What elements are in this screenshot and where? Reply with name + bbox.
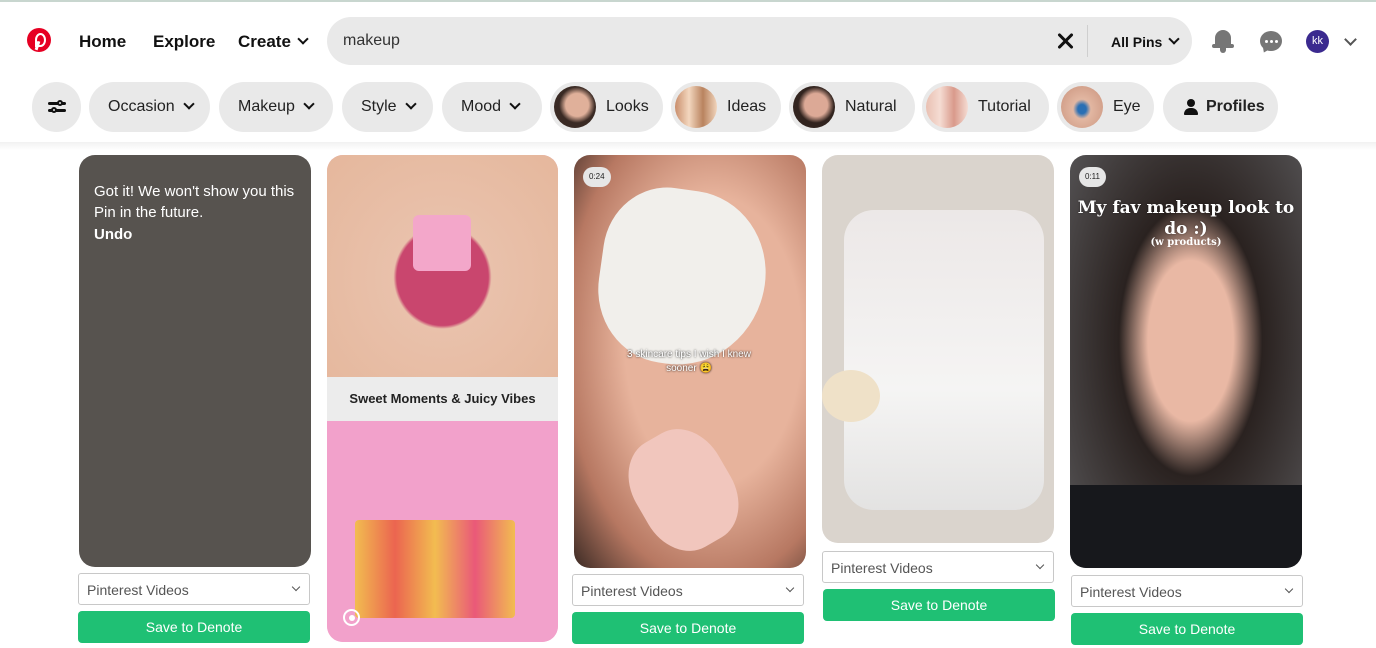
chevron-down-icon: [297, 33, 309, 45]
board-select-value: Pinterest Videos: [1080, 584, 1182, 600]
chip-makeup[interactable]: Makeup: [219, 82, 333, 132]
chevron-down-icon: [404, 98, 417, 110]
pin-photo-detail: [822, 370, 880, 422]
header-shadow: [0, 142, 1376, 150]
chip-thumbnail: [793, 86, 835, 128]
chip-label: Ideas: [727, 98, 767, 115]
close-icon[interactable]: [1055, 31, 1075, 51]
search-scope-dropdown[interactable]: All Pins: [1111, 33, 1181, 50]
search-bar[interactable]: makeup All Pins: [327, 17, 1192, 65]
chevron-down-icon: [509, 98, 521, 110]
pin-photo-detail: [588, 179, 777, 376]
chevron-down-icon: [785, 583, 795, 593]
search-scope-label: All Pins: [1111, 34, 1163, 50]
pin-subcaption: (w products): [1150, 237, 1222, 248]
chip-label: Makeup: [238, 98, 295, 115]
avatar[interactable]: kk: [1306, 30, 1329, 53]
chip-thumbnail: [675, 86, 717, 128]
chip-label: Eye: [1113, 98, 1141, 115]
board-select-value: Pinterest Videos: [831, 560, 933, 576]
filters-button[interactable]: [32, 82, 81, 132]
pin-hidden: Got it! We won't show you this Pin in th…: [79, 155, 311, 567]
chevron-down-icon: [303, 98, 315, 110]
chip-label: Profiles: [1206, 98, 1265, 115]
board-select-value: Pinterest Videos: [87, 582, 189, 598]
chip-label: Occasion: [108, 98, 175, 115]
save-button[interactable]: Save to Denote: [572, 612, 804, 644]
board-select[interactable]: Pinterest Videos: [822, 551, 1054, 583]
chip-profiles[interactable]: Profiles: [1163, 82, 1278, 132]
undo-button[interactable]: Undo: [94, 226, 132, 243]
board-select[interactable]: Pinterest Videos: [572, 574, 804, 606]
pin-image[interactable]: [822, 155, 1054, 543]
filter-bar: Occasion Makeup Style Mood Looks Ideas N…: [0, 82, 1376, 134]
video-duration-badge: 0:11: [1079, 167, 1106, 187]
chip-thumbnail: [554, 86, 596, 128]
pin-photo-detail: [612, 414, 755, 566]
pin-caption: 3 skincare tips I wish I knew sooner 😩: [627, 349, 751, 374]
chevron-down-icon: [183, 98, 195, 110]
pin-caption-band: Sweet Moments & Juicy Vibes: [327, 377, 558, 421]
chip-label: Tutorial: [978, 98, 1031, 115]
chip-natural[interactable]: Natural: [789, 82, 915, 132]
pin-image[interactable]: Sweet Moments & Juicy Vibes: [327, 155, 558, 642]
chevron-down-icon: [1284, 584, 1294, 594]
hidden-pin-message: Got it! We won't show you this Pin in th…: [94, 183, 295, 221]
chevron-down-icon[interactable]: [1344, 33, 1357, 46]
nav-create-label: Create: [238, 32, 291, 51]
chip-label: Style: [361, 98, 397, 115]
chip-label: Mood: [461, 98, 502, 115]
chip-eye[interactable]: Eye: [1057, 82, 1154, 132]
pin-caption: My fav makeup look to do :): [1077, 198, 1295, 239]
top-navigation: Home Explore Create makeup All Pins kk: [0, 2, 1376, 78]
save-button[interactable]: Save to Denote: [823, 589, 1055, 621]
board-select[interactable]: Pinterest Videos: [78, 573, 310, 605]
search-input[interactable]: makeup: [343, 32, 400, 50]
chip-label: Looks: [606, 98, 649, 115]
person-icon: [1184, 99, 1198, 115]
bell-icon[interactable]: [1212, 29, 1234, 53]
pin-photo-detail: [1070, 485, 1302, 568]
chip-mood[interactable]: Mood: [442, 82, 542, 132]
pinterest-logo-icon[interactable]: [27, 28, 51, 52]
video-duration-badge: 0:24: [583, 167, 611, 187]
nav-home[interactable]: Home: [79, 32, 126, 52]
board-select[interactable]: Pinterest Videos: [1071, 575, 1303, 607]
target-icon: [343, 609, 360, 626]
pin-caption: Sweet Moments & Juicy Vibes: [349, 391, 536, 406]
pin-video[interactable]: My fav makeup look to do :) (w products)…: [1070, 155, 1302, 568]
chip-looks[interactable]: Looks: [550, 82, 663, 132]
chip-label: Natural: [845, 98, 897, 115]
chip-style[interactable]: Style: [342, 82, 433, 132]
chip-thumbnail: [926, 86, 968, 128]
chevron-down-icon: [1035, 560, 1045, 570]
save-button[interactable]: Save to Denote: [1071, 613, 1303, 645]
pin-photo-detail: [844, 210, 1044, 510]
pin-video[interactable]: 3 skincare tips I wish I knew sooner 😩 0…: [574, 155, 806, 568]
chip-occasion[interactable]: Occasion: [89, 82, 210, 132]
chip-thumbnail: [1061, 86, 1103, 128]
pin-photo-detail: [355, 520, 515, 618]
nav-explore[interactable]: Explore: [153, 32, 215, 52]
pin-photo-detail: [413, 215, 471, 271]
board-select-value: Pinterest Videos: [581, 583, 683, 599]
messages-icon[interactable]: [1260, 31, 1282, 55]
chevron-down-icon: [1168, 33, 1181, 45]
chip-tutorial[interactable]: Tutorial: [922, 82, 1049, 132]
save-button[interactable]: Save to Denote: [78, 611, 310, 643]
chevron-down-icon: [291, 582, 301, 592]
nav-create[interactable]: Create: [238, 32, 309, 52]
search-divider: [1087, 25, 1088, 57]
sliders-icon: [47, 100, 66, 114]
chip-ideas[interactable]: Ideas: [671, 82, 781, 132]
